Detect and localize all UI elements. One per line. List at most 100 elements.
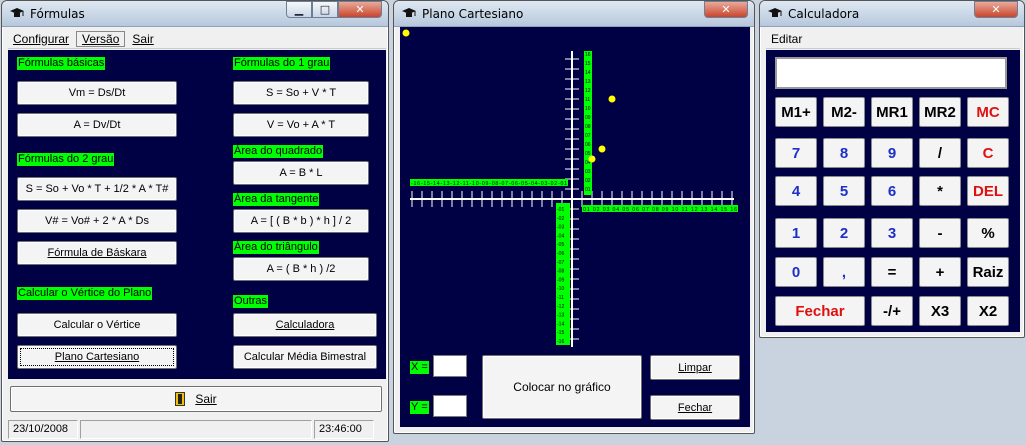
pos-y-tick-label: 12: [585, 88, 591, 94]
trapezoid-button[interactable]: A = [ ( B * b ) * h ] / 2: [233, 209, 369, 233]
bhaskara-button[interactable]: Fórmula de Báskara: [17, 241, 177, 265]
key-equals[interactable]: =: [871, 257, 913, 287]
pos-y-tick-label: 14: [585, 70, 591, 76]
plotted-point: [608, 95, 616, 103]
calculator-button[interactable]: Calculadora: [233, 313, 377, 337]
s-first-button[interactable]: S = So + V * T: [233, 81, 369, 105]
clear-button[interactable]: Limpar: [650, 355, 740, 380]
key-minusdivideplus[interactable]: -/+: [871, 296, 913, 326]
neg-y-tick-label: -07: [557, 260, 564, 266]
key-plus[interactable]: +: [919, 257, 961, 287]
calc-titlebar[interactable]: Calculadora ✕: [760, 1, 1024, 27]
pos-y-tick-label: 09: [585, 115, 591, 121]
label-triangle-area: Área do triângulo: [233, 241, 319, 254]
label-first-degree: Fórmulas do 1 grau: [233, 57, 331, 70]
key-1[interactable]: 1: [775, 218, 817, 248]
pos-y-tick-label: 05: [585, 151, 591, 157]
formulas-title: Fórmulas: [30, 7, 85, 21]
close-icon: ✕: [355, 3, 365, 16]
vm-button[interactable]: Vm = Ds/Dt: [17, 81, 177, 105]
square-button[interactable]: A = B * L: [233, 161, 369, 185]
x-input[interactable]: [433, 355, 467, 377]
key-m2minus[interactable]: M2-: [823, 97, 865, 127]
minimize-button[interactable]: ▁: [286, 1, 312, 18]
v-first-button[interactable]: V = Vo + A * T: [233, 113, 369, 137]
status-bar: 23/10/2008 23:46:00: [8, 420, 386, 439]
key-mr1[interactable]: MR1: [871, 97, 913, 127]
key-0[interactable]: 0: [775, 257, 817, 287]
pos-y-tick-label: 01: [585, 187, 591, 193]
menu-versao[interactable]: Versão: [76, 30, 126, 47]
place-on-graph-button[interactable]: Colocar no gráfico: [482, 355, 642, 419]
menu-sair[interactable]: Sair: [127, 32, 158, 46]
bimestral-button[interactable]: Calcular Média Bimestral: [233, 345, 377, 369]
formulas-menubar: Configurar Versão Sair: [8, 29, 386, 49]
minimize-icon: ▁: [294, 3, 304, 16]
key-mc[interactable]: MC: [967, 97, 1009, 127]
plotted-point: [588, 155, 596, 163]
pos-y-tick-label: 16: [585, 52, 591, 58]
key-x2[interactable]: X2: [967, 296, 1009, 326]
key-3[interactable]: 3: [871, 218, 913, 248]
key-raiz[interactable]: Raiz: [967, 257, 1009, 287]
plano-titlebar[interactable]: Plano Cartesiano ✕: [394, 1, 754, 27]
neg-y-tick-label: -02: [557, 216, 564, 222]
exit-button[interactable]: Sair: [10, 386, 382, 412]
key-6[interactable]: 6: [871, 176, 913, 206]
close-button[interactable]: ✕: [974, 1, 1018, 18]
cartesian-button[interactable]: Plano Cartesiano: [17, 345, 177, 369]
maximize-button[interactable]: □: [312, 1, 338, 18]
calc-vertex-button[interactable]: Calcular o Vértice: [17, 313, 177, 337]
pos-y-tick-label: 08: [585, 124, 591, 130]
key-divide[interactable]: /: [919, 138, 961, 168]
label-others: Outras: [233, 295, 269, 308]
plano-window: Plano Cartesiano ✕ -16 -15 -14 -13 -12 -11 -10…: [393, 0, 755, 434]
key-5[interactable]: 5: [823, 176, 865, 206]
menu-configurar[interactable]: Configurar: [8, 32, 74, 46]
key-fechar[interactable]: Fechar: [775, 296, 865, 326]
close-plano-button[interactable]: Fechar: [650, 395, 740, 420]
accel-button[interactable]: A = Dv/Dt: [17, 113, 177, 137]
label-vertex: Calcular o Vértice do Plano: [17, 287, 153, 300]
key-multiply[interactable]: *: [919, 176, 961, 206]
key-m1plus[interactable]: M1+: [775, 97, 817, 127]
close-button[interactable]: ✕: [338, 1, 382, 18]
key-minus[interactable]: -: [919, 218, 961, 248]
neg-y-tick-label: -04: [557, 233, 564, 239]
pos-x-tick-labels: 01 02 03 04 05 06 07 08 09 10 11 12 13 1…: [583, 207, 737, 213]
neg-y-tick-label: -10: [557, 286, 564, 292]
y-input[interactable]: [433, 395, 467, 417]
calc-display[interactable]: [775, 57, 1007, 89]
key-c[interactable]: C: [967, 138, 1009, 168]
calc-menubar: Editar: [766, 29, 1020, 49]
key-9[interactable]: 9: [871, 138, 913, 168]
formulas-titlebar[interactable]: Fórmulas ▁ □ ✕: [2, 1, 388, 27]
key-percent[interactable]: %: [967, 218, 1009, 248]
neg-y-tick-label: -06: [557, 251, 564, 257]
menu-editar[interactable]: Editar: [766, 32, 807, 46]
label-trapezoid-area: Área da tangente: [233, 193, 320, 206]
label-basic: Fórmulas básicas: [17, 57, 106, 70]
cartesian-plot[interactable]: -16 -15 -14 -13 -12 -11 -10 -09 -08 -07 -06 -05 -04 -…: [400, 27, 750, 357]
s-second-button[interactable]: S = So + Vo * T + 1/2 * A * T#: [17, 177, 177, 201]
torricelli-button[interactable]: V# = Vo# + 2 * A * Ds: [17, 209, 177, 233]
key-mr2[interactable]: MR2: [919, 97, 961, 127]
key-x3[interactable]: X3: [919, 296, 961, 326]
calc-window: Calculadora ✕ Editar M1+ M2- MR1 MR2 MC 7 8 9/C…: [759, 0, 1025, 338]
key-del[interactable]: DEL: [967, 176, 1009, 206]
pos-y-tick-label: 06: [585, 142, 591, 148]
formulas-window: Fórmulas ▁ □ ✕ Configurar Versão Sair Fó…: [1, 0, 389, 442]
key-7[interactable]: 7: [775, 138, 817, 168]
key-2[interactable]: 2: [823, 218, 865, 248]
key-8[interactable]: 8: [823, 138, 865, 168]
key-4[interactable]: 4: [775, 176, 817, 206]
plano-title: Plano Cartesiano: [422, 7, 524, 21]
triangle-button[interactable]: A = ( B * h ) /2: [233, 257, 369, 281]
maximize-icon: □: [319, 3, 331, 16]
neg-y-tick-label: -11: [557, 295, 564, 301]
label-second-degree: Fórmulas do 2 grau: [17, 153, 115, 166]
close-button[interactable]: ✕: [704, 1, 748, 18]
key-comma[interactable]: ,: [823, 257, 865, 287]
pos-y-tick-label: 03: [585, 169, 591, 175]
neg-y-tick-label: -09: [557, 277, 564, 283]
